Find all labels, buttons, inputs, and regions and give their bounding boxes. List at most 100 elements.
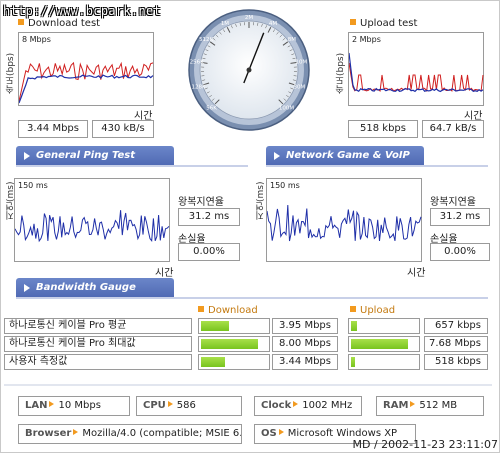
upload-graph: 2 Mbps [348, 32, 484, 106]
upload-gauge [348, 336, 420, 352]
arrow-right-icon [293, 401, 299, 407]
bullet-icon [350, 306, 356, 312]
game-ping-tab[interactable]: Network Game & VoIP Test [266, 146, 424, 181]
bullet-icon [350, 19, 356, 25]
upload-title-text: Upload test [360, 18, 418, 29]
speed-dial: 56K 128K 256K 512K 1M 2M 4M 8M 10M 30M 100M [187, 8, 311, 132]
browser-value: Mozilla/4.0 (compatible; MSIE 6.0 [82, 428, 242, 439]
browser-info: Browser Mozilla/4.0 (compatible; MSIE 6.0 [18, 424, 242, 444]
arrow-right-icon [167, 401, 173, 407]
dial-tick-label: 100M [279, 105, 294, 111]
game-ping-scale-label: 150 ms [270, 181, 300, 190]
download-title-text: Download test [28, 18, 101, 29]
site-watermark: http://www.bcpark.net [3, 4, 162, 18]
upload-gauge-fill [351, 357, 355, 367]
info-divider [4, 384, 492, 386]
download-gauge-fill [201, 339, 259, 349]
general-ping-scale-label: 150 ms [18, 181, 48, 190]
game-ping-graph-svg [266, 204, 422, 242]
game-ping-rtt-label: 왕복지연율 [430, 197, 476, 208]
game-ping-underline [266, 165, 488, 167]
bullet-icon [18, 19, 24, 25]
upload-gauge-fill [351, 339, 409, 349]
general-ping-rtt-label: 왕복지연율 [178, 197, 224, 208]
dial-tick-label: 8M [288, 37, 296, 43]
general-ping-loss-value: 0.00% [178, 243, 240, 261]
speed-dial-svg: 56K 128K 256K 512K 1M 2M 4M 8M 10M 30M 100M [188, 9, 310, 131]
download-gauge [198, 336, 270, 352]
download-rate: 3.44 Mbps [272, 354, 338, 370]
download-gauge-fill [201, 321, 229, 331]
ram-info: RAM 512 MB [376, 396, 484, 416]
download-gauge [198, 354, 270, 370]
play-triangle-icon [24, 152, 30, 160]
bandwidth-download-col-text: Download [208, 305, 258, 316]
download-y-label: 속도(bps) [6, 52, 16, 94]
upload-rate: 518 kbps [424, 354, 488, 370]
bullet-icon [198, 306, 204, 312]
bandwidth-upload-col-text: Upload [360, 305, 396, 316]
game-ping-rtt-value: 31.2 ms [430, 208, 490, 226]
upload-gauge [348, 318, 420, 334]
general-ping-graph: 150 ms [14, 178, 170, 262]
general-ping-underline [16, 165, 248, 167]
lan-label: LAN [25, 400, 48, 411]
download-rate: 3.95 Mbps [272, 318, 338, 334]
dial-tick-label: 1M [221, 21, 229, 27]
general-ping-tab[interactable]: General Ping Test [16, 146, 174, 166]
bandwidth-underline [16, 297, 488, 299]
dial-tick-label: 4M [269, 21, 277, 27]
arrow-right-icon [278, 429, 284, 435]
upload-scale-label: 2 Mbps [352, 35, 381, 44]
download-mbps-value: 3.44 Mbps [18, 120, 88, 138]
clock-value: 1002 MHz [302, 400, 353, 411]
dial-tick-label: 10M [295, 60, 307, 66]
upload-rate: 7.68 Mbps [424, 336, 488, 352]
clock-info: Clock 1002 MHz [254, 396, 362, 416]
lan-info: LAN 10 Mbps [18, 396, 130, 416]
bandwidth-upload-col: Upload [350, 305, 395, 316]
upload-rate: 657 kbps [424, 318, 488, 334]
cpu-label: CPU [143, 400, 166, 411]
dial-tick-label: 2M [245, 15, 253, 21]
game-ping-x-label: 시간 [407, 268, 426, 279]
play-triangle-icon [274, 152, 280, 160]
bandwidth-download-col: Download [198, 305, 258, 316]
download-gauge [198, 318, 270, 334]
upload-section-title: Upload test [350, 18, 417, 29]
download-section-title: Download test [18, 18, 100, 29]
general-ping-header-text: General Ping Test [36, 150, 136, 161]
download-graph: 8 Mbps [18, 32, 154, 106]
play-triangle-icon [24, 284, 30, 292]
general-ping-graph-svg [14, 210, 170, 243]
cpu-info: CPU 586 [136, 396, 242, 416]
dial-tick-label: 256K [190, 60, 204, 66]
download-gauge-fill [201, 357, 225, 367]
general-ping-rtt-value: 31.2 ms [178, 208, 240, 226]
dial-tick-label: 30M [294, 84, 306, 90]
os-label: OS [261, 428, 277, 439]
dial-tick-label: 512K [199, 37, 213, 43]
bandwidth-row-label: 하나로통신 케이블 Pro 최대값 [4, 336, 192, 352]
upload-gauge [348, 354, 420, 370]
arrow-right-icon [73, 429, 79, 435]
upload-graph-svg [348, 52, 484, 93]
cpu-value: 586 [176, 400, 196, 411]
game-ping-loss-value: 0.00% [430, 243, 490, 261]
game-ping-graph: 150 ms [266, 178, 422, 262]
download-rate: 8.00 Mbps [272, 336, 338, 352]
dial-tick-label: 56K [206, 105, 217, 111]
bandwidth-header-text: Bandwidth Gauge [36, 282, 136, 293]
upload-y-label: 속도(bps) [336, 52, 346, 94]
browser-label: Browser [25, 428, 72, 439]
download-scale-label: 8 Mbps [22, 35, 51, 44]
upload-kbps-value: 518 kbps [348, 120, 418, 138]
bandwidth-row-label: 하나로통신 케이블 Pro 평균 [4, 318, 192, 334]
upload-kbs-value: 64.7 kB/s [422, 120, 484, 138]
general-ping-x-label: 시간 [155, 268, 174, 279]
bandwidth-gauge-tab[interactable]: Bandwidth Gauge [16, 278, 174, 298]
upload-gauge-fill [351, 321, 357, 331]
download-kbs-value: 430 kB/s [92, 120, 154, 138]
lan-value: 10 Mbps [58, 400, 101, 411]
capture-timestamp: MD / 2002-11-23 23:11:07 [352, 438, 499, 451]
